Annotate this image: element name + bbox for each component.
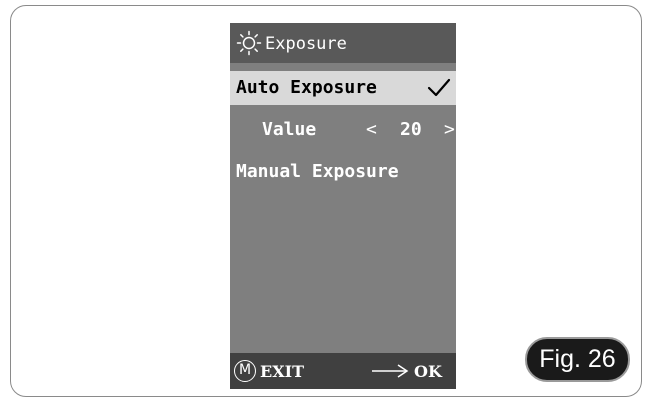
menu-footer: M EXIT OK	[230, 353, 456, 389]
exit-label: EXIT	[260, 362, 304, 381]
manual-exposure-label: Manual Exposure	[236, 161, 399, 182]
chevron-right-icon[interactable]: >	[444, 119, 455, 140]
menu-item-auto-exposure[interactable]: Auto Exposure	[230, 71, 456, 105]
menu-item-manual-exposure[interactable]: Manual Exposure	[230, 155, 456, 189]
menu-item-value[interactable]: Value < 20 >	[230, 113, 456, 147]
value-label: Value	[262, 119, 317, 140]
checkmark-icon	[427, 78, 451, 97]
value-number: 20	[400, 119, 422, 140]
menu-title: Exposure	[265, 34, 347, 54]
sun-icon	[236, 30, 262, 56]
ok-label: OK	[414, 362, 442, 381]
m-button-icon: M	[234, 360, 256, 382]
auto-exposure-label: Auto Exposure	[236, 77, 377, 98]
chevron-left-icon[interactable]: <	[366, 119, 377, 140]
right-arrow-icon	[372, 364, 409, 378]
figure-label: Fig. 26	[525, 337, 630, 382]
menu-header: Exposure	[230, 23, 456, 63]
device-screen: Exposure Auto Exposure Value < 20 > Manu…	[230, 23, 456, 389]
